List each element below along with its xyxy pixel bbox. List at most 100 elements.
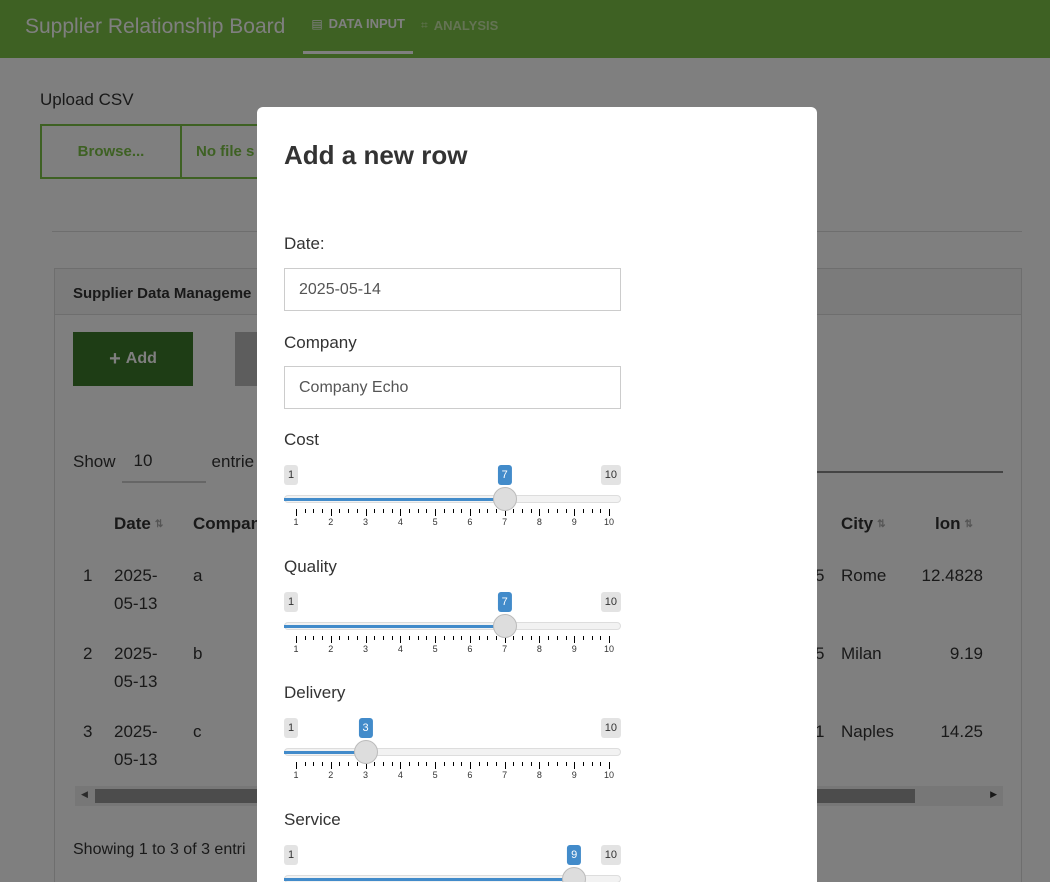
slider-tick: [495, 636, 497, 640]
slider-tick: [417, 636, 419, 640]
slider-max-label: 10: [600, 592, 621, 612]
slider-tick: [565, 762, 567, 766]
slider-tick: [582, 762, 584, 766]
date-label: Date:: [284, 234, 325, 253]
slider-tick: [435, 762, 437, 769]
slider-tick: [539, 636, 541, 643]
slider-tick: [330, 509, 332, 516]
slider-tick: [591, 636, 593, 640]
slider-tick: [443, 636, 445, 640]
slider-max-label: 10: [600, 845, 621, 865]
slider-tick-label: 1: [293, 770, 299, 780]
slider-label: Cost: [284, 430, 319, 449]
slider-handle[interactable]: [562, 867, 587, 882]
slider-tick: [296, 509, 297, 516]
slider-tick: [382, 636, 384, 640]
slider-tick: [574, 509, 576, 516]
slider-tick: [443, 509, 445, 513]
slider-tick-label: 6: [467, 517, 473, 527]
slider-handle[interactable]: [353, 740, 378, 764]
slider-tick: [304, 636, 306, 640]
slider-min-label: 1: [284, 845, 299, 865]
slider-tick-label: 6: [467, 644, 473, 654]
modal-title: Add a new row: [284, 140, 468, 170]
slider-min-label: 1: [284, 465, 299, 485]
slider-tick-label: 2: [328, 517, 334, 527]
slider-tick: [522, 762, 524, 766]
slider-tick: [461, 762, 463, 766]
slider-tick: [469, 509, 471, 516]
slider-tick: [322, 509, 324, 513]
slider-tick-label: 3: [363, 770, 369, 780]
slider-tick: [461, 636, 463, 640]
date-input[interactable]: 2025-05-14: [284, 268, 621, 311]
slider-tick: [391, 509, 393, 513]
slider-tick: [461, 509, 463, 513]
slider-tick: [400, 762, 402, 769]
slider-tick: [487, 509, 489, 513]
slider-tick: [582, 509, 584, 513]
slider-label: Quality: [284, 557, 337, 576]
slider-tick: [330, 636, 332, 643]
slider-tick: [469, 762, 471, 769]
slider-tick: [382, 762, 384, 766]
slider-tick: [348, 762, 350, 766]
slider-tick: [443, 762, 445, 766]
slider-tick: [513, 762, 515, 766]
slider-handle[interactable]: [492, 487, 517, 511]
slider-value-label: 7: [497, 465, 512, 485]
slider-tick: [487, 636, 489, 640]
slider-label: Service: [284, 810, 341, 829]
slider-tick: [513, 636, 515, 640]
slider-tick: [296, 762, 297, 769]
slider-tick: [322, 636, 324, 640]
slider-tick: [400, 509, 402, 516]
slider-tick: [304, 762, 306, 766]
slider-tick: [556, 509, 558, 513]
slider-service[interactable]: 110912345678910: [284, 845, 621, 882]
company-input[interactable]: Company Echo: [284, 366, 621, 409]
slider-tick-label: 7: [502, 770, 508, 780]
slider-label: Delivery: [284, 683, 346, 702]
slider-tick-label: 8: [536, 517, 542, 527]
slider-tick: [469, 636, 471, 643]
slider-tick: [478, 762, 480, 766]
slider-tick: [539, 509, 541, 516]
slider-tick-label: 2: [328, 770, 334, 780]
slider-tick: [574, 762, 576, 769]
slider-tick: [313, 509, 315, 513]
slider-tick-label: 9: [571, 517, 577, 527]
slider-tick: [548, 509, 550, 513]
slider-tick-label: 8: [536, 770, 542, 780]
slider-delivery[interactable]: 1 10 3 1 2 3 4 5 6 7 8 9 10: [284, 718, 621, 788]
slider-tick: [356, 636, 358, 640]
slider-tick: [591, 762, 593, 766]
slider-tick: [374, 762, 376, 766]
slider-tick-label: 10: [603, 770, 615, 780]
slider-tick-label: 4: [397, 644, 403, 654]
slider-value-label: 9: [567, 845, 582, 865]
slider-tick: [582, 636, 584, 640]
slider-tick: [530, 509, 532, 513]
slider-tick: [382, 509, 384, 513]
slider-tick: [322, 762, 324, 766]
slider-min-label: 1: [284, 718, 299, 738]
company-label: Company: [284, 333, 357, 352]
slider-tick: [365, 509, 367, 516]
slider-tick: [556, 636, 558, 640]
slider-tick: [374, 636, 376, 640]
slider-tick: [374, 509, 376, 513]
slider-tick: [565, 509, 567, 513]
slider-tick: [426, 636, 428, 640]
slider-tick-label: 5: [432, 517, 438, 527]
slider-tick: [548, 762, 550, 766]
slider-handle[interactable]: [492, 614, 517, 638]
slider-tick: [504, 762, 506, 769]
slider-tick-label: 1: [293, 644, 299, 654]
slider-max-label: 10: [600, 465, 621, 485]
slider-quality[interactable]: 1 10 7 1 2 3 4 5 6 7 8 9 10: [284, 592, 621, 662]
slider-cost[interactable]: 1 10 7 1 2 3 4 5 6 7 8 9 10: [284, 465, 621, 535]
slider-tick-label: 6: [467, 770, 473, 780]
slider-tick: [435, 636, 437, 643]
slider-tick: [609, 636, 610, 643]
